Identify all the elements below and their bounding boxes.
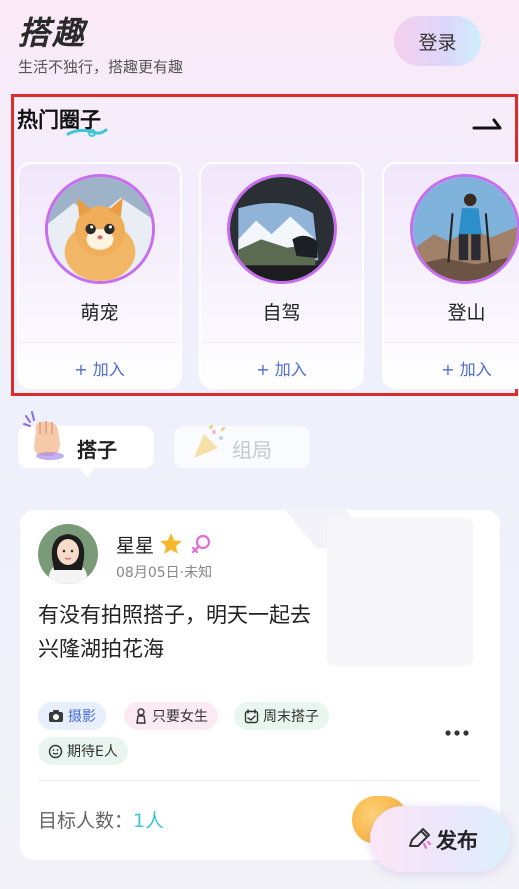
tag-photography[interactable]: 摄影 <box>38 702 106 730</box>
join-button[interactable]: + 加入 <box>384 356 519 380</box>
divider <box>38 780 480 781</box>
target-count: 目标人数：1人 <box>38 806 164 833</box>
hand-icon <box>23 411 64 460</box>
target-count-label: 目标人数： <box>38 810 134 832</box>
circle-name: 自驾 <box>262 302 301 324</box>
target-count-value: 1人 <box>133 810 165 832</box>
tab-partner-label: 搭子 <box>77 438 117 462</box>
divider <box>19 342 180 343</box>
tag-label: 只要女生 <box>152 709 208 725</box>
app-subtitle: 生活不独行，搭趣更有趣 <box>18 58 184 76</box>
post-text[interactable]: 有没有拍照搭子，明天一起去兴隆湖拍花海 <box>38 598 318 666</box>
star-icon <box>160 533 182 554</box>
tag-label: 摄影 <box>68 709 96 725</box>
post-meta: 08月05日·未知 <box>116 565 213 581</box>
circle-card-hiking[interactable]: 登山 + 加入 <box>382 162 519 389</box>
publish-label: 发布 <box>436 829 478 853</box>
car-window-photo-icon <box>227 174 337 284</box>
avatar[interactable] <box>38 524 98 584</box>
circle-card-roadtrip[interactable]: 自驾 + 加入 <box>199 162 364 389</box>
post-image-placeholder[interactable] <box>327 518 473 666</box>
join-button[interactable]: + 加入 <box>19 356 180 380</box>
tag-weekend[interactable]: 周末搭子 <box>234 702 329 730</box>
circle-name: 萌宠 <box>80 302 119 324</box>
tag-label: 期待E人 <box>67 744 118 760</box>
female-icon <box>191 534 211 554</box>
tag-girls-only[interactable]: 只要女生 <box>124 702 218 730</box>
circle-card-pets[interactable]: 萌宠 + 加入 <box>17 162 182 389</box>
tag-e-person[interactable]: 期待E人 <box>38 737 128 765</box>
tag-label: 周末搭子 <box>263 709 319 725</box>
circle-name: 登山 <box>447 302 486 324</box>
app-title: 搭趣 <box>18 14 87 52</box>
arrow-right-icon[interactable] <box>472 114 504 132</box>
more-icon[interactable] <box>444 726 470 740</box>
title-underline-icon <box>66 128 108 137</box>
tab-group-label: 组局 <box>232 438 272 462</box>
pen-icon <box>409 828 431 849</box>
cat-photo-icon <box>45 174 155 284</box>
join-button[interactable]: + 加入 <box>201 356 362 380</box>
hiker-photo-icon <box>410 174 519 284</box>
calendar-icon <box>244 708 259 723</box>
smile-icon <box>48 744 63 758</box>
login-button[interactable]: 登录 <box>394 16 481 66</box>
person-icon <box>136 708 146 724</box>
party-popper-icon <box>194 425 225 458</box>
camera-icon <box>49 710 63 722</box>
divider <box>384 342 519 343</box>
user-name[interactable]: 星星 <box>116 531 154 558</box>
divider <box>201 342 362 343</box>
